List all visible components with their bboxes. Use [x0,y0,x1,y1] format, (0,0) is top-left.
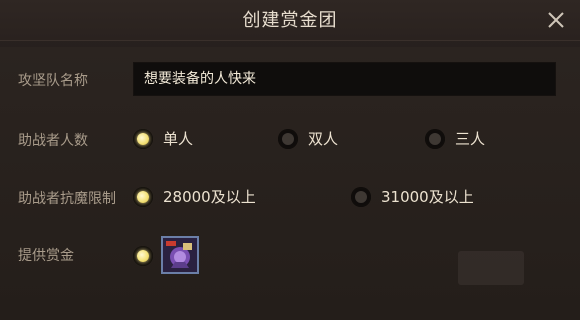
dialog-titlebar: 创建赏金团 [0,0,580,41]
radio-reward[interactable] [133,246,153,266]
helper-count-label: 助战者人数 [18,133,88,149]
radio-resist-28000[interactable]: 28000及以上 [133,186,256,207]
blurred-region [458,251,524,285]
radio-label: 28000及以上 [163,188,256,206]
reward-item-icon[interactable] [161,236,199,274]
create-bounty-team-dialog: 创建赏金团 攻坚队名称 助战者人数 单人 双人 三人 助战者抗魔限制 28000… [0,0,580,320]
close-icon [548,12,564,28]
radio-dot [133,186,153,207]
radio-label: 31000及以上 [381,188,474,206]
radio-label: 单人 [163,130,194,148]
radio-dot [351,186,371,207]
reward-label: 提供赏金 [18,248,74,264]
radio-dot [278,128,298,149]
radio-resist-31000[interactable]: 31000及以上 [351,186,474,207]
resist-limit-label: 助战者抗魔限制 [18,191,116,207]
close-button[interactable] [542,6,570,34]
radio-dot [133,128,153,149]
radio-label: 双人 [308,130,339,148]
radio-helper-single[interactable]: 单人 [133,128,193,149]
team-name-label: 攻坚队名称 [18,73,88,89]
dialog-title: 创建赏金团 [242,10,338,31]
team-name-input[interactable] [133,62,556,96]
radio-helper-triple[interactable]: 三人 [425,128,485,149]
radio-dot [425,128,445,149]
radio-label: 三人 [455,130,486,148]
radio-dot [133,246,153,266]
radio-helper-double[interactable]: 双人 [278,128,338,149]
